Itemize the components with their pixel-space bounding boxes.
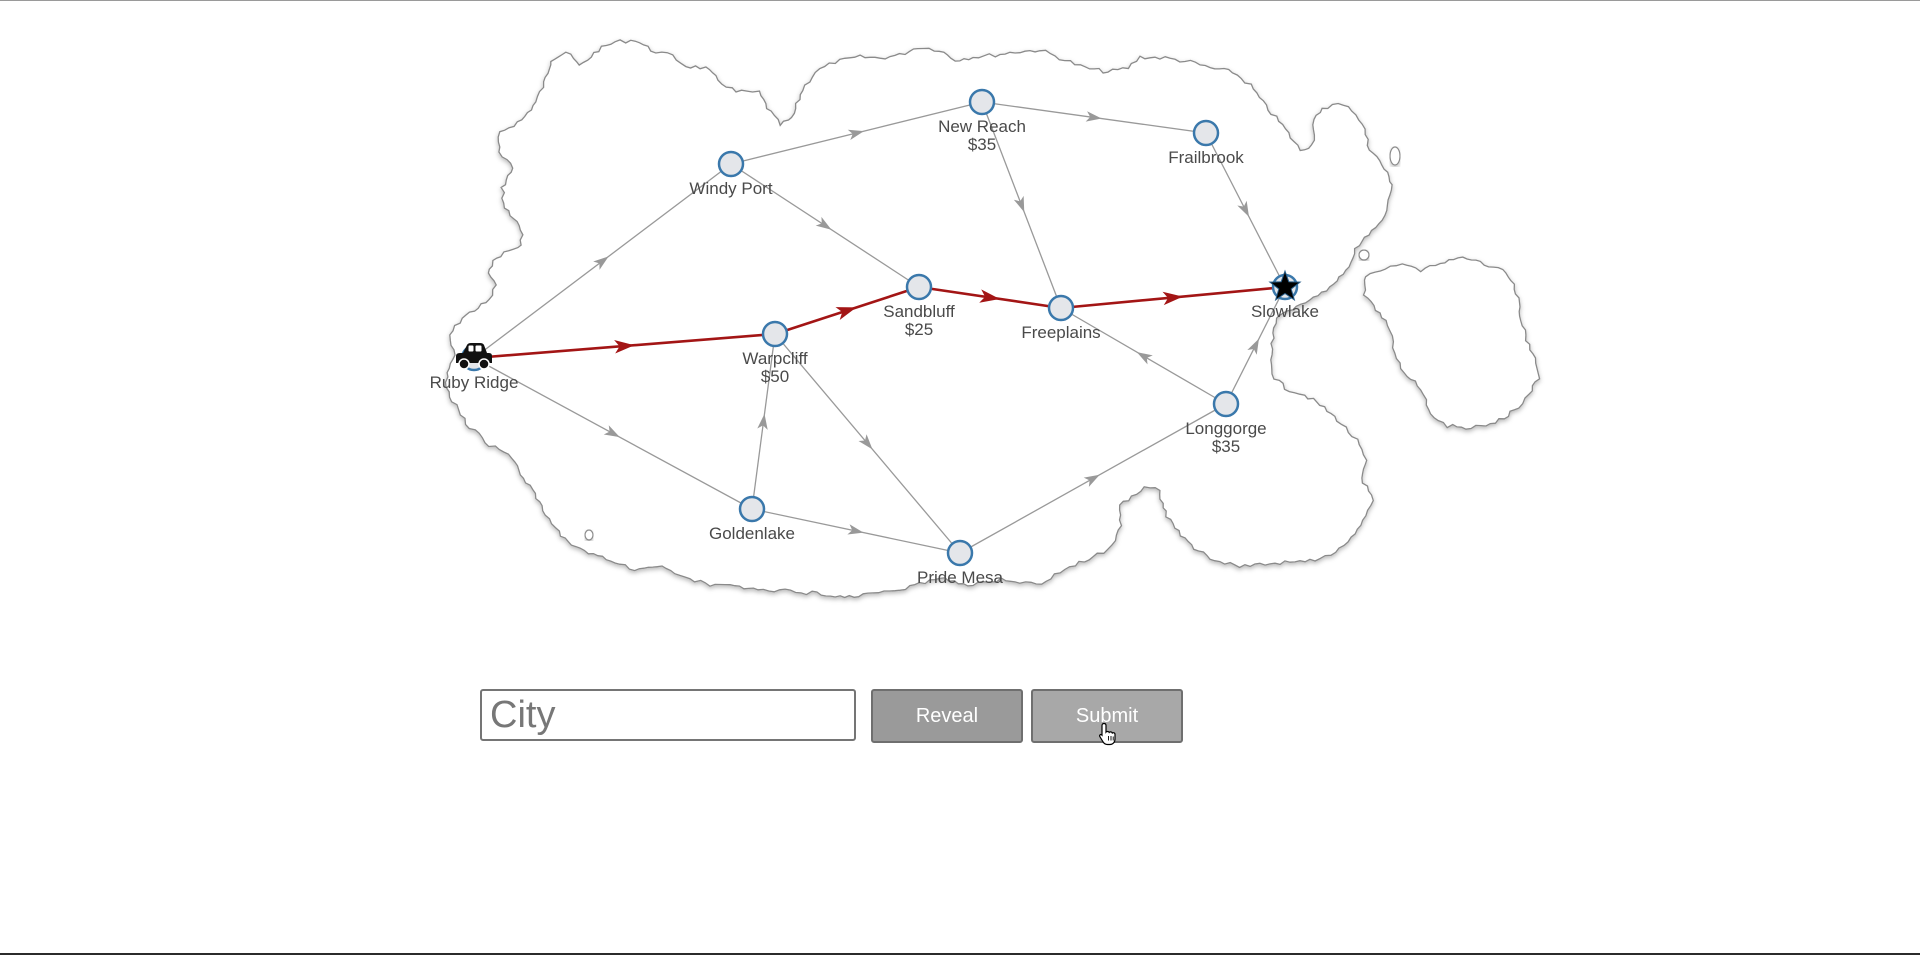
island-map: Ruby RidgeWindy PortNew Reach$35Frailbro… (430, 39, 1541, 599)
city-label: Frailbrook (1168, 148, 1244, 167)
city-node[interactable] (1047, 294, 1075, 322)
city-label: Slowlake (1251, 302, 1319, 321)
reveal-button[interactable]: Reveal (871, 689, 1023, 743)
city-cost: $35 (968, 135, 996, 154)
city-cost: $50 (761, 367, 789, 386)
city-label: Sandbluff (883, 302, 955, 321)
city-label: New Reach (938, 117, 1026, 136)
islet (584, 529, 594, 541)
east-island (1362, 256, 1541, 430)
city-label: Pride Mesa (917, 568, 1004, 587)
city-label: Warpcliff (742, 349, 807, 368)
city-label: Ruby Ridge (430, 373, 519, 392)
city-node[interactable] (946, 539, 974, 567)
city-cost: $25 (905, 320, 933, 339)
city-node[interactable] (905, 273, 933, 301)
city-node[interactable] (1192, 119, 1220, 147)
city-node[interactable] (761, 320, 789, 348)
city-node[interactable] (717, 150, 745, 178)
city-label: Windy Port (689, 179, 772, 198)
city-cost: $35 (1212, 437, 1240, 456)
city-node[interactable] (738, 495, 766, 523)
city-input[interactable] (480, 689, 856, 741)
islet (1358, 249, 1370, 261)
city-node[interactable] (1212, 390, 1240, 418)
islet (1389, 146, 1401, 166)
city-label: Goldenlake (709, 524, 795, 543)
city-node[interactable] (968, 88, 996, 116)
city-label: Freeplains (1021, 323, 1100, 342)
city-label: Longgorge (1185, 419, 1266, 438)
hand-cursor-icon (1099, 722, 1116, 746)
